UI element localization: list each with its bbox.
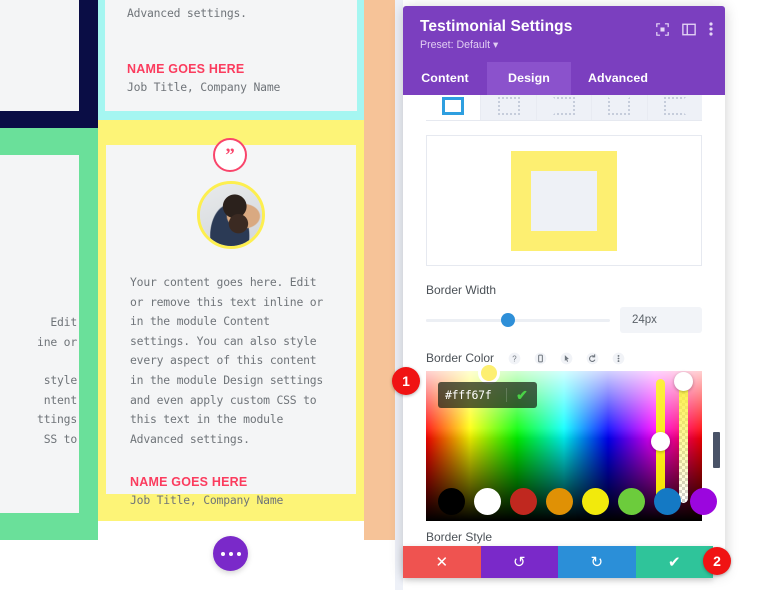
- reset-icon[interactable]: [584, 350, 600, 366]
- cancel-button[interactable]: ✕: [403, 546, 481, 578]
- border-preset-right[interactable]: [536, 95, 593, 120]
- annotation-marker-2: 2: [703, 547, 731, 575]
- canvas-right-gutter: [395, 0, 403, 590]
- main-testimonial-job: Job Title, Company Name: [130, 493, 284, 508]
- quote-mark-icon: ”: [213, 138, 247, 172]
- panel-tabs: Content Design Advanced: [403, 62, 725, 95]
- border-bottom-icon: [608, 97, 631, 115]
- hover-cursor-icon[interactable]: [558, 350, 574, 366]
- border-preview-frame: [511, 150, 617, 251]
- top-testimonial-name: NAME GOES HERE: [127, 61, 245, 76]
- panel-body[interactable]: Border Width 24px Border Color ? #fff67f…: [403, 95, 725, 572]
- slider-fill: [426, 318, 506, 322]
- color-picker-saturation-area[interactable]: #fff67f ✔: [426, 362, 717, 521]
- border-style-label: Border Style: [426, 530, 493, 544]
- left-card-line-6: SS to: [43, 431, 77, 446]
- swatch-purple[interactable]: [690, 488, 717, 515]
- border-right-icon: [553, 97, 576, 115]
- testimonial-settings-panel[interactable]: Testimonial Settings Preset: Default ▾ C…: [403, 6, 725, 572]
- ellipsis-dot-icon: [228, 551, 233, 556]
- redo-button[interactable]: ↻: [558, 546, 636, 578]
- border-left-icon: [663, 97, 686, 115]
- left-card-line-1: Edit: [50, 315, 77, 329]
- avatar-photo: [200, 184, 262, 246]
- border-top-icon: [497, 97, 520, 115]
- border-width-label: Border Width: [426, 283, 497, 297]
- border-preset-top[interactable]: [481, 95, 537, 120]
- border-width-value-input[interactable]: 24px: [620, 307, 702, 333]
- swatch-white[interactable]: [474, 488, 501, 515]
- layout-icon[interactable]: [682, 23, 696, 36]
- border-width-slider[interactable]: [426, 313, 610, 327]
- hue-slider-handle[interactable]: [651, 432, 670, 451]
- left-card-line-4: ntent: [43, 392, 77, 407]
- left-card-gap: [0, 352, 77, 371]
- border-preset-all[interactable]: [426, 95, 482, 120]
- slider-handle[interactable]: [501, 313, 516, 327]
- hex-confirm-check-icon[interactable]: ✔: [507, 387, 537, 404]
- swatch-black[interactable]: [438, 488, 465, 515]
- hex-color-input[interactable]: #fff67f: [438, 388, 507, 402]
- swatch-orange[interactable]: [546, 488, 573, 515]
- swatch-blue[interactable]: [654, 488, 681, 515]
- ellipsis-dot-icon: [236, 551, 241, 556]
- top-testimonial-body: Advanced settings.: [127, 6, 247, 20]
- responsive-device-icon[interactable]: [532, 350, 548, 366]
- tab-content[interactable]: Content: [403, 62, 487, 95]
- top-testimonial-card[interactable]: Advanced settings. NAME GOES HERE Job Ti…: [105, 0, 357, 111]
- panel-header-icons: [656, 22, 713, 36]
- border-color-row: Border Color ?: [426, 350, 702, 366]
- tab-advanced[interactable]: Advanced: [571, 62, 665, 95]
- left-card-line-3: style: [43, 373, 77, 388]
- left-card-line-2: ine or: [37, 334, 77, 349]
- hue-slider[interactable]: [651, 379, 670, 503]
- save-button[interactable]: ✔: [635, 546, 713, 578]
- border-width-control: 24px: [426, 307, 702, 333]
- border-preview-box: [426, 135, 702, 266]
- border-preview-inner: [531, 170, 597, 231]
- left-testimonial-card[interactable]: Edit ine or style ntent ttings SS to: [0, 155, 79, 513]
- border-preset-bottom[interactable]: [592, 95, 648, 120]
- kebab-menu-icon[interactable]: [610, 350, 626, 366]
- panel-header: Testimonial Settings Preset: Default ▾: [403, 6, 725, 62]
- module-more-options-button[interactable]: [213, 536, 248, 571]
- help-icon[interactable]: ?: [506, 350, 522, 366]
- top-testimonial-job: Job Title, Company Name: [127, 79, 281, 94]
- navy-inner-card: [0, 0, 79, 111]
- left-card-line-5: ttings: [37, 412, 77, 427]
- kebab-menu-icon[interactable]: [709, 22, 713, 36]
- swatch-yellow[interactable]: [582, 488, 609, 515]
- preset-selector[interactable]: Preset: Default ▾: [420, 39, 708, 51]
- hex-color-field: #fff67f ✔: [438, 382, 537, 408]
- swatch-red[interactable]: [510, 488, 537, 515]
- undo-button[interactable]: ↺: [480, 546, 558, 578]
- main-testimonial-name: NAME GOES HERE: [130, 475, 248, 490]
- border-preset-row: [426, 95, 703, 121]
- color-swatch-row: [438, 488, 717, 515]
- border-all-icon: [442, 97, 465, 115]
- avatar: [197, 181, 265, 249]
- svg-text:?: ?: [512, 354, 517, 363]
- panel-scrollbar-thumb[interactable]: [713, 432, 720, 468]
- tab-design[interactable]: Design: [487, 62, 571, 95]
- swatch-green[interactable]: [618, 488, 645, 515]
- navy-section-block: [0, 0, 98, 128]
- annotation-marker-1: 1: [392, 367, 420, 395]
- panel-action-bar: ✕ ↺ ↻ ✔: [403, 546, 713, 578]
- alpha-slider[interactable]: [674, 372, 693, 503]
- focus-icon[interactable]: [656, 22, 669, 36]
- alpha-slider-handle[interactable]: [674, 372, 693, 391]
- border-preset-left[interactable]: [647, 95, 703, 120]
- ellipsis-dot-icon: [220, 551, 225, 556]
- color-picker-handle[interactable]: [478, 362, 500, 384]
